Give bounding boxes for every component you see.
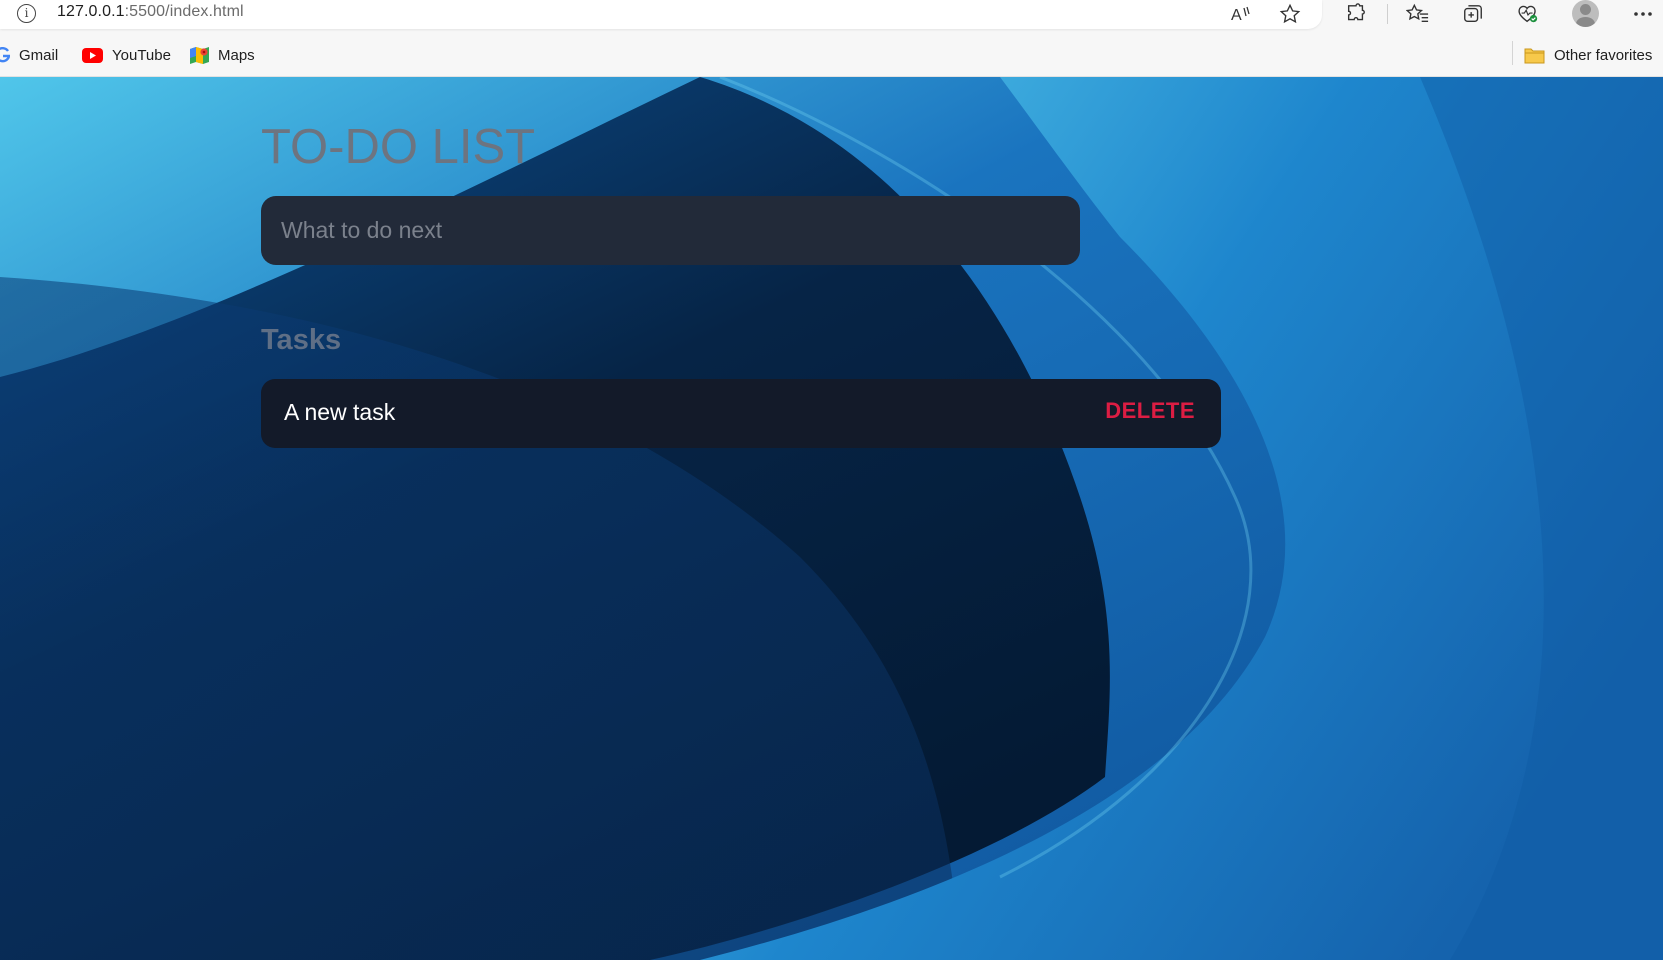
read-aloud-icon[interactable]: A (1227, 0, 1255, 28)
new-task-input[interactable] (261, 196, 1080, 265)
bookmark-maps[interactable]: Maps (190, 44, 255, 66)
bookmarks-bar: Gmail YouTube Maps Other favorites (0, 33, 1663, 77)
collections-icon[interactable] (1459, 0, 1487, 28)
favorites-icon[interactable] (1404, 0, 1432, 28)
more-menu-icon[interactable] (1629, 0, 1657, 28)
bookmark-label: Other favorites (1554, 46, 1653, 64)
bookmark-label: Gmail (19, 46, 59, 64)
bookmark-label: YouTube (112, 46, 171, 64)
profile-avatar-icon[interactable] (1572, 0, 1599, 27)
maps-icon (190, 46, 209, 65)
bookmark-youtube[interactable]: YouTube (82, 44, 171, 66)
delete-task-button[interactable]: DELETE (1105, 398, 1195, 424)
page-title: TO-DO LIST (261, 120, 536, 174)
favorite-star-icon[interactable] (1276, 0, 1304, 28)
url-path: :5500/index.html (124, 3, 244, 20)
tasks-heading: Tasks (261, 324, 342, 356)
bookmark-label: Maps (218, 46, 255, 64)
address-bar[interactable]: i 127.0.0.1:5500/index.html A (0, 0, 1322, 29)
task-item: A new task DELETE (261, 379, 1221, 448)
google-icon (0, 47, 10, 63)
browser-toolbar: i 127.0.0.1:5500/index.html A (0, 0, 1663, 33)
toolbar-separator (1387, 4, 1388, 24)
page-viewport: TO-DO LIST Tasks A new task DELETE (0, 77, 1663, 960)
task-text[interactable]: A new task (284, 399, 395, 426)
bookmark-gmail[interactable]: Gmail (0, 44, 58, 66)
svg-text:A: A (1231, 7, 1242, 24)
url-host: 127.0.0.1 (57, 3, 125, 20)
youtube-icon (82, 47, 103, 63)
folder-icon (1524, 47, 1545, 64)
info-icon[interactable]: i (17, 4, 36, 23)
extensions-icon[interactable] (1342, 0, 1370, 28)
browser-essentials-icon[interactable] (1514, 0, 1542, 28)
url-text[interactable]: 127.0.0.1:5500/index.html (57, 3, 244, 21)
bookmark-other-favorites[interactable]: Other favorites (1524, 44, 1652, 66)
bookmarks-separator (1512, 41, 1513, 65)
